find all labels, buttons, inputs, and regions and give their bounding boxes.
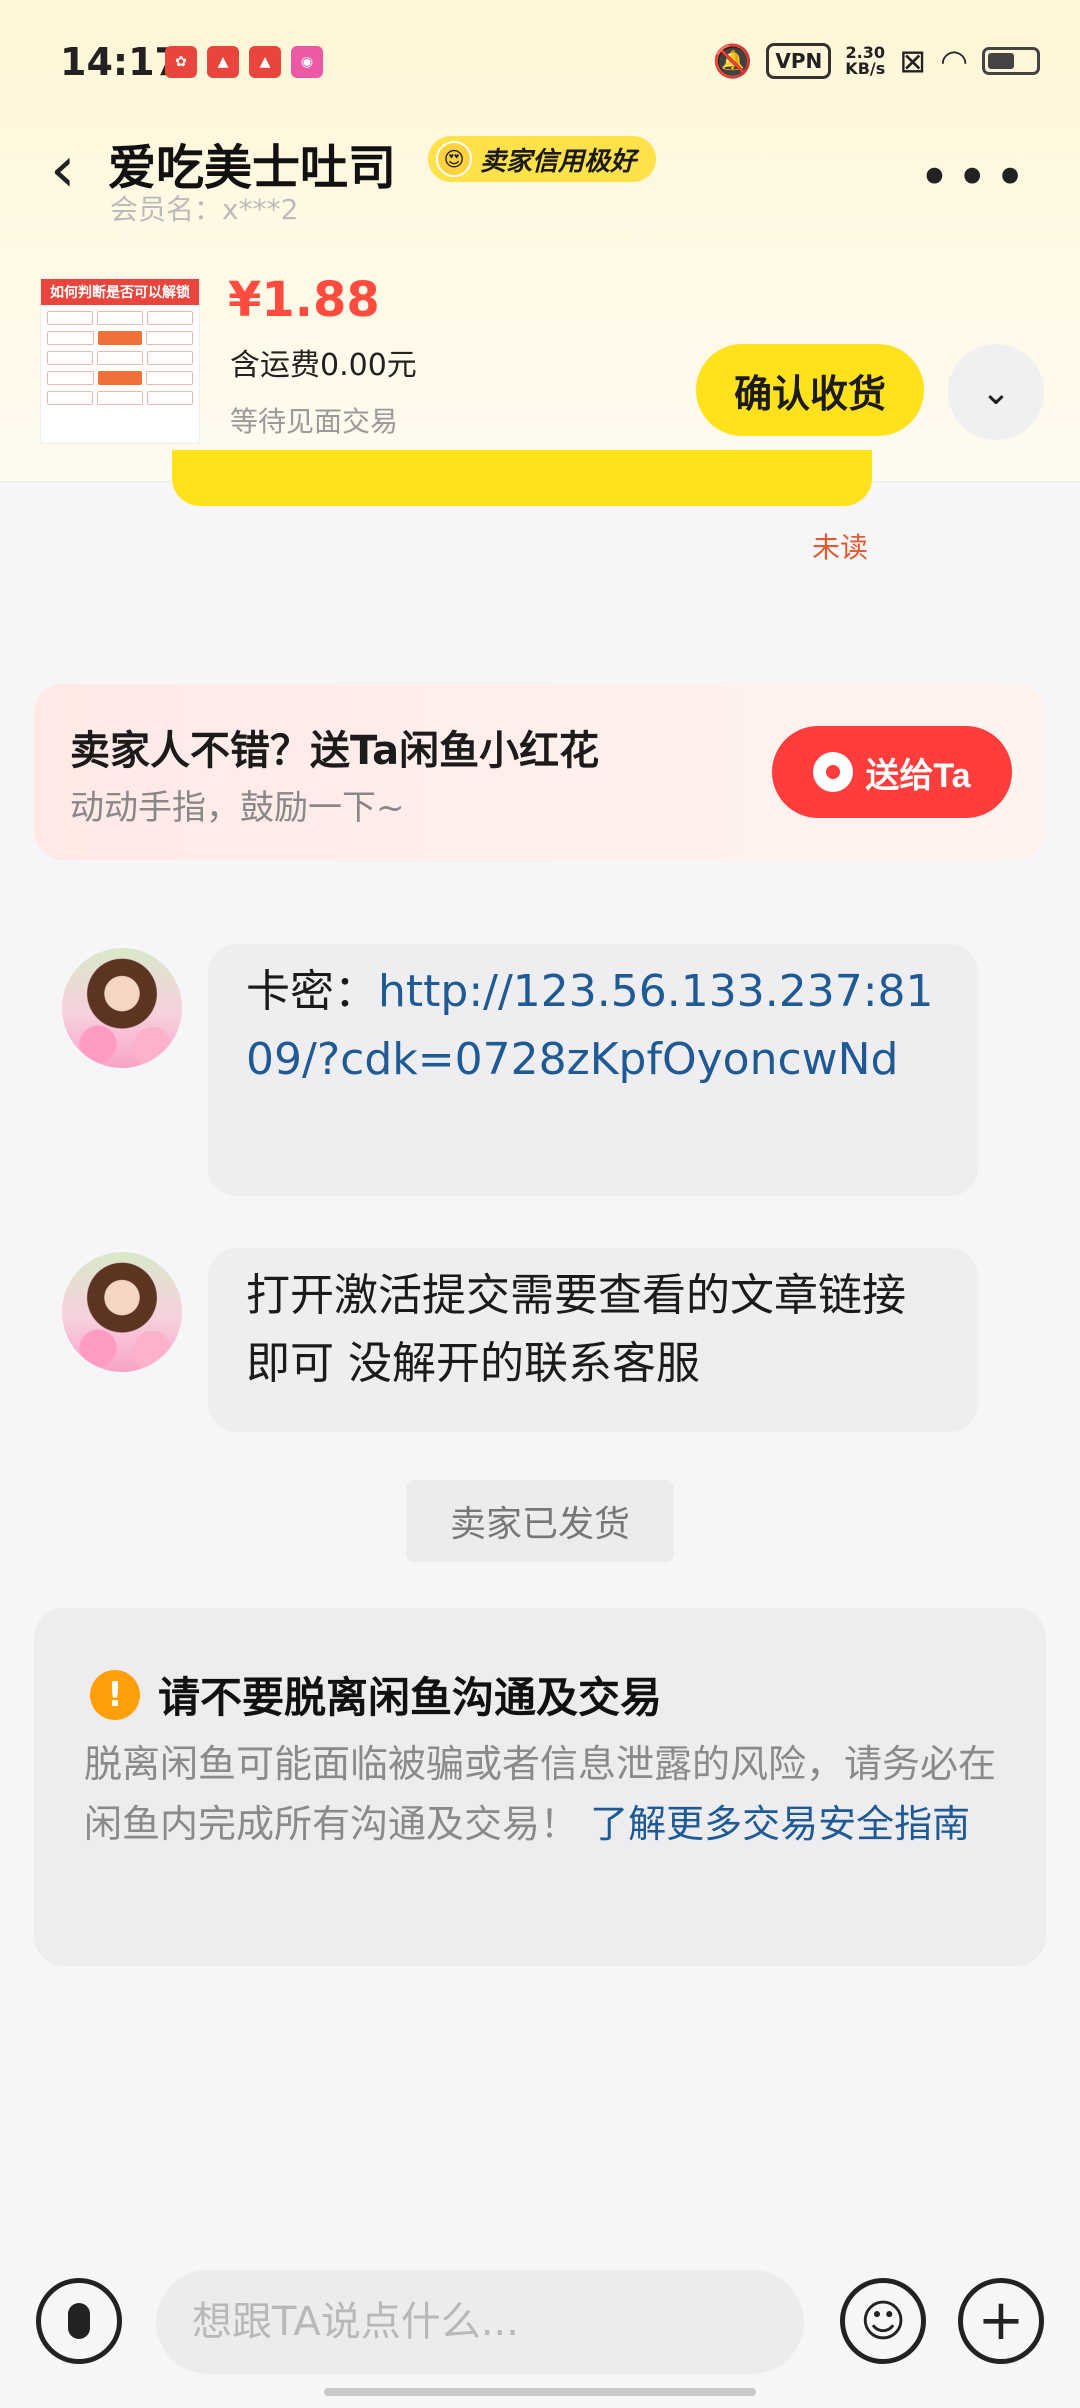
product-thumbnail-title: 如何判断是否可以解锁 bbox=[41, 279, 199, 305]
app-notification-icon: ✿ bbox=[165, 46, 197, 78]
chevron-down-icon[interactable]: ⌄ bbox=[948, 344, 1044, 440]
safety-notice-card: ! 请不要脱离闲鱼沟通及交易 脱离闲鱼可能面临被骗或者信息泄露的风险，请务必在闲… bbox=[34, 1608, 1046, 1966]
back-arrow-icon[interactable]: ‹ bbox=[50, 138, 76, 202]
thumbnail-row bbox=[47, 331, 194, 345]
thumbnail-row bbox=[47, 391, 193, 405]
warning-icon: ! bbox=[90, 1670, 140, 1720]
message-prefix: 卡密： bbox=[246, 966, 378, 1017]
status-bar: 14:17 ✿ ▲ ▲ ◉ 🔕 VPN 2.30 KB/s ⊠ ◠ bbox=[0, 0, 1080, 120]
microphone-shape bbox=[68, 2303, 90, 2339]
heart-eyes-icon: 😍 bbox=[436, 141, 472, 177]
safety-title: 请不要脱离闲鱼沟通及交易 bbox=[158, 1673, 663, 1722]
product-price: ¥1.88 bbox=[228, 272, 380, 328]
emoji-icon[interactable]: ☺ bbox=[840, 2278, 926, 2364]
microphone-icon[interactable] bbox=[36, 2278, 122, 2364]
thumbnail-row bbox=[47, 311, 193, 325]
safety-guide-link[interactable]: 了解更多交易安全指南 bbox=[590, 1802, 970, 1846]
seller-avatar[interactable] bbox=[62, 948, 182, 1068]
app-notification-icon: ◉ bbox=[291, 46, 323, 78]
message-text: 打开激活提交需要查看的文章链接即可 没解开的联系客服 bbox=[246, 1270, 906, 1389]
flower-card-subtitle: 动动手指，鼓励一下~ bbox=[70, 788, 405, 828]
sim-off-icon: ⊠ bbox=[899, 42, 927, 80]
network-speed-unit: KB/s bbox=[845, 59, 886, 78]
app-notification-icon: ▲ bbox=[249, 46, 281, 78]
send-flower-label: 送给Ta bbox=[865, 756, 971, 795]
message-input[interactable] bbox=[156, 2270, 804, 2374]
battery-icon bbox=[982, 47, 1040, 75]
status-time: 14:17 bbox=[60, 40, 181, 84]
wifi-icon: ◠ bbox=[940, 42, 968, 80]
credit-badge: 😍 卖家信用极好 bbox=[428, 136, 657, 182]
home-indicator[interactable] bbox=[324, 2388, 756, 2396]
shipping-fee: 含运费0.00元 bbox=[230, 348, 417, 383]
unread-label: 未读 bbox=[812, 531, 869, 564]
flower-icon bbox=[813, 752, 854, 792]
system-status-tag: 卖家已发货 bbox=[406, 1480, 674, 1562]
trade-status: 等待见面交易 bbox=[230, 405, 399, 438]
app-notification-icon: ▲ bbox=[207, 46, 239, 78]
message-bubble[interactable]: 打开激活提交需要查看的文章链接即可 没解开的联系客服 bbox=[208, 1248, 978, 1432]
network-speed: 2.30 KB/s bbox=[845, 45, 885, 77]
message-bubble[interactable]: 卡密：http://123.56.133.237:8109/?cdk=0728z… bbox=[208, 944, 978, 1196]
input-bar: ☺ + bbox=[0, 2240, 1080, 2408]
plus-icon[interactable]: + bbox=[958, 2278, 1044, 2364]
chat-page: 14:17 ✿ ▲ ▲ ◉ 🔕 VPN 2.30 KB/s ⊠ ◠ ‹ 爱吃美士… bbox=[0, 0, 1080, 2408]
credit-badge-label: 卖家信用极好 bbox=[480, 146, 637, 177]
previous-message-bubble bbox=[172, 450, 872, 506]
vpn-icon: VPN bbox=[766, 43, 832, 79]
confirm-receipt-button[interactable]: 确认收货 bbox=[696, 344, 924, 436]
flower-card-title: 卖家人不错？送Ta闲鱼小红花 bbox=[70, 728, 600, 774]
flower-card: 卖家人不错？送Ta闲鱼小红花 动动手指，鼓励一下~ 送给Ta bbox=[34, 684, 1046, 860]
chat-header-area: 14:17 ✿ ▲ ▲ ◉ 🔕 VPN 2.30 KB/s ⊠ ◠ ‹ 爱吃美士… bbox=[0, 0, 1080, 482]
notification-icons: ✿ ▲ ▲ ◉ bbox=[165, 46, 323, 78]
member-name: 会员名：x***2 bbox=[110, 193, 299, 226]
bell-muted-icon: 🔕 bbox=[712, 42, 753, 80]
send-flower-button[interactable]: 送给Ta bbox=[772, 726, 1012, 818]
thumbnail-row bbox=[47, 371, 194, 385]
safety-body: 脱离闲鱼可能面临被骗或者信息泄露的风险，请务必在闲鱼内完成所有沟通及交易！ 了解… bbox=[84, 1734, 1014, 1854]
product-thumbnail[interactable]: 如何判断是否可以解锁 bbox=[40, 278, 200, 444]
more-options-icon[interactable]: ••• bbox=[918, 146, 1032, 209]
seller-avatar[interactable] bbox=[62, 1252, 182, 1372]
status-right: 🔕 VPN 2.30 KB/s ⊠ ◠ bbox=[713, 42, 1040, 80]
thumbnail-row bbox=[47, 351, 193, 365]
